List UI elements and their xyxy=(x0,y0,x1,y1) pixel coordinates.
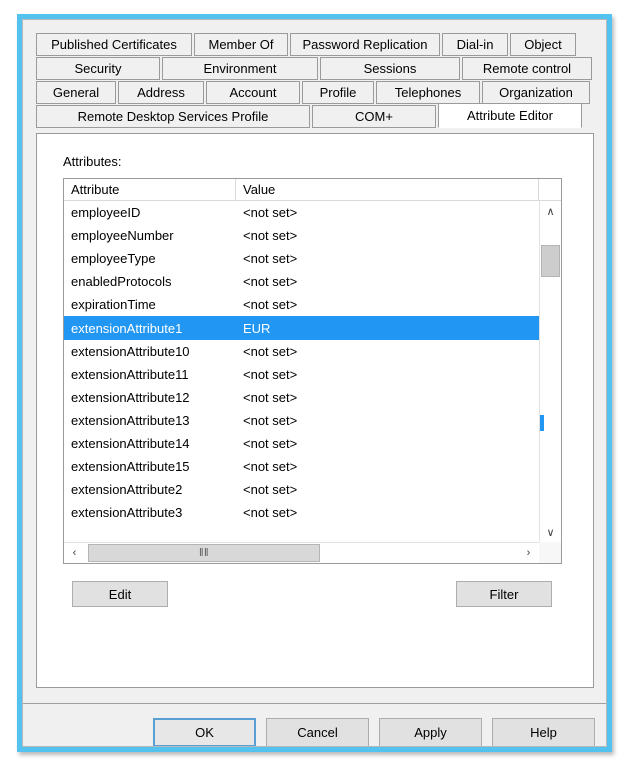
cell-attribute: employeeNumber xyxy=(71,228,174,244)
cell-attribute: extensionAttribute14 xyxy=(71,435,190,451)
window-frame: Published Certificates Member Of Password … xyxy=(17,14,612,752)
dialog-button-bar: OK Cancel Apply Help xyxy=(23,704,606,746)
listview-rows: employeeID <not set> employeeNumber <not se… xyxy=(64,201,539,542)
cell-attribute: expirationTime xyxy=(71,297,156,313)
attributes-listview[interactable]: Attribute Value employeeID <not set> emplo… xyxy=(63,178,562,564)
tab-row-3: General Address Account Profile Telephones Or… xyxy=(36,81,594,104)
cell-value: <not set> xyxy=(243,274,298,290)
cell-attribute: extensionAttribute1 xyxy=(71,320,183,336)
tab-security[interactable]: Security xyxy=(36,57,160,80)
listview-header: Attribute Value xyxy=(64,179,561,201)
apply-button[interactable]: Apply xyxy=(379,718,482,746)
table-row[interactable]: employeeNumber <not set> xyxy=(64,224,539,247)
tab-address[interactable]: Address xyxy=(118,81,204,104)
table-row[interactable]: extensionAttribute13 <not set> xyxy=(64,409,539,432)
table-row[interactable]: extensionAttribute15 <not set> xyxy=(64,455,539,478)
cell-value: <not set> xyxy=(243,505,298,521)
tab-row-2: Security Environment Sessions Remote contro… xyxy=(36,57,594,80)
scroll-down-icon[interactable]: ∨ xyxy=(540,522,561,542)
horizontal-scrollbar[interactable]: ‹ ‖‖ › xyxy=(64,542,539,563)
tab-remote-desktop-services-profile[interactable]: Remote Desktop Services Profile xyxy=(36,105,310,128)
tab-remote-control[interactable]: Remote control xyxy=(462,57,592,80)
scroll-up-icon[interactable]: ∧ xyxy=(540,201,561,221)
tab-row-4: Remote Desktop Services Profile COM+ Attri… xyxy=(36,103,594,128)
help-button[interactable]: Help xyxy=(492,718,595,746)
column-header-attribute[interactable]: Attribute xyxy=(64,179,236,200)
vertical-scrollbar-thumb[interactable] xyxy=(541,245,560,277)
cell-attribute: extensionAttribute10 xyxy=(71,343,190,359)
cell-value: <not set> xyxy=(243,251,298,267)
cell-value: <not set> xyxy=(243,435,298,451)
table-row[interactable]: extensionAttribute10 <not set> xyxy=(64,340,539,363)
cell-value: <not set> xyxy=(243,366,298,382)
cell-attribute: extensionAttribute12 xyxy=(71,389,190,405)
tab-account[interactable]: Account xyxy=(206,81,300,104)
cell-value: <not set> xyxy=(243,389,298,405)
cell-attribute: extensionAttribute13 xyxy=(71,412,190,428)
table-row[interactable]: expirationTime <not set> xyxy=(64,293,539,316)
table-row[interactable]: extensionAttribute2 <not set> xyxy=(64,478,539,501)
tab-organization[interactable]: Organization xyxy=(482,81,590,104)
tab-profile[interactable]: Profile xyxy=(302,81,374,104)
table-row[interactable]: employeeID <not set> xyxy=(64,201,539,224)
cell-attribute: employeeID xyxy=(71,205,141,221)
edit-button[interactable]: Edit xyxy=(72,581,168,607)
scroll-right-icon[interactable]: › xyxy=(518,543,539,563)
tab-password-replication[interactable]: Password Replication xyxy=(290,33,440,56)
vertical-scrollbar-selection-marker xyxy=(540,415,544,431)
table-row[interactable]: employeeType <not set> xyxy=(64,247,539,270)
tab-strip: Published Certificates Member Of Password … xyxy=(36,33,594,129)
table-row[interactable]: extensionAttribute3 <not set> xyxy=(64,501,539,524)
vertical-scrollbar[interactable]: ∧ ∨ xyxy=(539,201,561,542)
tab-object[interactable]: Object xyxy=(510,33,576,56)
cell-attribute: extensionAttribute15 xyxy=(71,459,190,475)
cell-value: <not set> xyxy=(243,343,298,359)
column-header-spacer xyxy=(539,179,561,200)
tab-row-1: Published Certificates Member Of Password … xyxy=(36,33,594,56)
attribute-editor-tab-page: Attributes: Attribute Value employeeID <n… xyxy=(36,133,594,688)
tab-attribute-editor[interactable]: Attribute Editor xyxy=(438,103,582,128)
cell-attribute: employeeType xyxy=(71,251,156,267)
cell-value: <not set> xyxy=(243,482,298,498)
cell-value: <not set> xyxy=(243,228,298,244)
cell-value: <not set> xyxy=(243,297,298,313)
tab-telephones[interactable]: Telephones xyxy=(376,81,480,104)
table-row[interactable]: extensionAttribute12 <not set> xyxy=(64,386,539,409)
filter-button[interactable]: Filter xyxy=(456,581,552,607)
cell-attribute: extensionAttribute3 xyxy=(71,505,183,521)
scrollbar-corner xyxy=(539,542,561,563)
cell-attribute: extensionAttribute2 xyxy=(71,482,183,498)
cell-attribute: extensionAttribute11 xyxy=(71,366,189,382)
tab-sessions[interactable]: Sessions xyxy=(320,57,460,80)
tab-environment[interactable]: Environment xyxy=(162,57,318,80)
properties-dialog: Published Certificates Member Of Password … xyxy=(22,19,607,747)
tab-member-of[interactable]: Member Of xyxy=(194,33,288,56)
table-row[interactable]: enabledProtocols <not set> xyxy=(64,270,539,293)
table-row[interactable]: extensionAttribute14 <not set> xyxy=(64,432,539,455)
cell-value: EUR xyxy=(243,320,271,336)
column-header-value[interactable]: Value xyxy=(236,179,539,200)
tab-com[interactable]: COM+ xyxy=(312,105,436,128)
horizontal-scrollbar-thumb[interactable]: ‖‖ xyxy=(88,544,320,562)
cell-value: <not set> xyxy=(243,459,298,475)
cell-value: <not set> xyxy=(243,205,298,221)
table-row[interactable]: extensionAttribute11 <not set> xyxy=(64,363,539,386)
attributes-label: Attributes: xyxy=(63,154,122,169)
ok-button[interactable]: OK xyxy=(153,718,256,746)
scroll-left-icon[interactable]: ‹ xyxy=(64,543,85,563)
cancel-button[interactable]: Cancel xyxy=(266,718,369,746)
tab-dial-in[interactable]: Dial-in xyxy=(442,33,508,56)
cell-attribute: enabledProtocols xyxy=(71,274,172,290)
tab-published-certificates[interactable]: Published Certificates xyxy=(36,33,192,56)
cell-value: <not set> xyxy=(243,412,298,428)
table-row[interactable]: extensionAttribute1 EUR xyxy=(64,316,539,340)
tab-general[interactable]: General xyxy=(36,81,116,104)
